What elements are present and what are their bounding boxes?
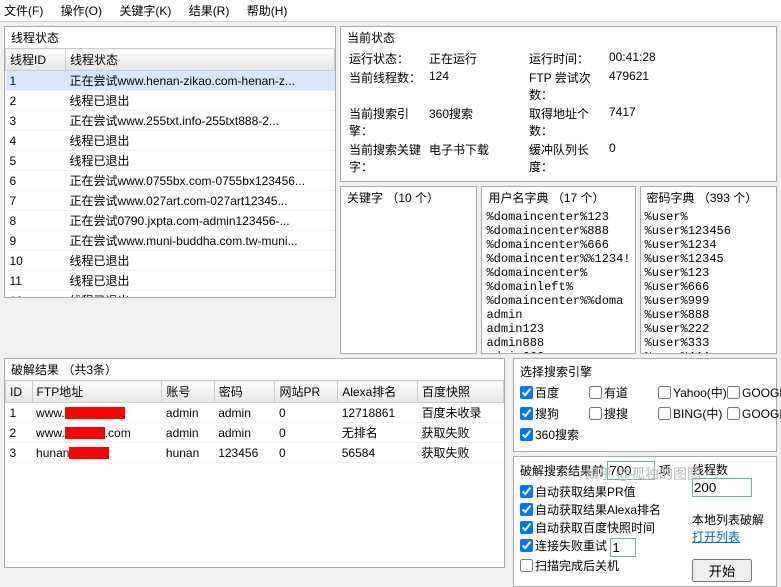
user-dict-panel: 用户名字典 （17 个） %domaincenter%123%domaincen… [481, 186, 635, 354]
list-item[interactable]: %user%333 [645, 336, 772, 350]
list-item[interactable]: %user%444 [645, 350, 772, 353]
list-item[interactable]: admin [486, 308, 630, 322]
current-status-panel: 当前状态 运行状态：正在运行运行时间：00:41:28当前线程数：124FTP … [340, 26, 777, 182]
engine-checkbox[interactable]: 360搜索 [520, 426, 581, 443]
list-item[interactable]: %domaincenter%%doma [486, 294, 630, 308]
engine-checkbox[interactable]: 百度 [520, 384, 581, 401]
list-item[interactable]: %domaincenter%666 [486, 238, 630, 252]
engine-checkbox[interactable]: 有道 [589, 384, 650, 401]
list-item[interactable]: %domaincenter%888 [486, 224, 630, 238]
list-item[interactable]: %user%222 [645, 322, 772, 336]
search-engine-panel: 选择搜索引擎 百度有道Yahoo(中)GOOGLE(HK) 搜狗搜搜BING(中… [513, 358, 777, 452]
engines-title: 选择搜索引擎 [520, 363, 770, 384]
threads-input[interactable] [692, 478, 752, 497]
list-item[interactable]: %user%888 [645, 308, 772, 322]
list-item[interactable]: %user%123456 [645, 224, 772, 238]
menu-help[interactable]: 帮助(H) [247, 4, 288, 18]
menu-result[interactable]: 结果(R) [189, 4, 230, 18]
menu-bar: 文件(F) 操作(O) 关键字(K) 结果(R) 帮助(H) [0, 0, 781, 22]
table-row[interactable]: 12线程已退出 [6, 291, 335, 298]
opt-baidu-checkbox[interactable] [520, 521, 533, 534]
list-item[interactable]: admin888 [486, 336, 630, 350]
prefetch-input[interactable] [607, 461, 655, 480]
list-item[interactable]: %domaincenter%123 [486, 210, 630, 224]
pass-list[interactable]: %user%%user%123456%user%1234%user%12345%… [641, 208, 776, 353]
opt-alexa-checkbox[interactable] [520, 503, 533, 516]
thread-table[interactable]: 线程ID 线程状态 1正在尝试www.henan-zikao.com-henan… [5, 48, 335, 297]
keyword-dict-panel: 关键字 （10 个） [340, 186, 477, 354]
engine-checkbox[interactable]: 搜狗 [520, 405, 581, 422]
keyword-dict-title: 关键字 （10 个） [341, 187, 476, 208]
keyword-list[interactable] [341, 208, 476, 353]
table-row[interactable]: 10线程已退出 [6, 251, 335, 271]
user-dict-title: 用户名字典 （17 个） [482, 187, 634, 208]
prefetch-unit: 项 [659, 464, 671, 478]
list-item[interactable]: %domaincenter%%1234! [486, 252, 630, 266]
local-list-label: 本地列表破解 [692, 511, 770, 528]
menu-file[interactable]: 文件(F) [4, 4, 43, 18]
table-row[interactable]: 6正在尝试www.0755bx.com-0755bx123456... [6, 171, 335, 191]
col-thread-id[interactable]: 线程ID [6, 49, 66, 71]
prefetch-label: 破解搜索结果前 [520, 464, 604, 478]
table-row[interactable]: 2线程已退出 [6, 91, 335, 111]
table-row[interactable]: 8正在尝试0790.jxpta.com-admin123456-... [6, 211, 335, 231]
results-table[interactable]: IDFTP地址账号密码网站PRAlexa排名百度快照 1www.adminadm… [5, 380, 504, 463]
opt-pr-checkbox[interactable] [520, 485, 533, 498]
start-button[interactable]: 开始 [692, 559, 752, 582]
status-title: 当前状态 [341, 27, 776, 48]
results-panel: 破解结果 （共3条） IDFTP地址账号密码网站PRAlexa排名百度快照 1w… [4, 358, 505, 568]
table-row[interactable]: 11线程已退出 [6, 271, 335, 291]
table-row[interactable]: 4线程已退出 [6, 131, 335, 151]
engine-checkbox[interactable]: GOOGLE(英) [727, 405, 781, 422]
opt-shutdown-checkbox[interactable] [520, 559, 533, 572]
threads-label: 线程数 [692, 461, 770, 478]
table-row[interactable]: 1正在尝试www.henan-zikao.com-henan-z... [6, 71, 335, 91]
table-row[interactable]: 5线程已退出 [6, 151, 335, 171]
list-item[interactable]: %domaincenter% [486, 266, 630, 280]
list-item[interactable]: admin666 [486, 350, 630, 353]
menu-operate[interactable]: 操作(O) [61, 4, 102, 18]
options-panel: 破解搜索结果前 项 自动获取结果PR值 自动获取结果Alexa排名 自动获取百度… [513, 456, 777, 587]
col-thread-status[interactable]: 线程状态 [66, 49, 335, 71]
engine-checkbox[interactable]: Yahoo(中) [658, 384, 719, 401]
pass-dict-panel: 密码字典 （393 个） %user%%user%123456%user%123… [640, 186, 777, 354]
table-row[interactable]: 7正在尝试www.027art.com-027art12345... [6, 191, 335, 211]
retry-input[interactable] [610, 538, 636, 557]
engine-checkbox[interactable]: BING(中) [658, 405, 719, 422]
engine-checkbox[interactable]: 搜搜 [589, 405, 650, 422]
thread-status-panel: 线程状态 线程ID 线程状态 1正在尝试www.henan-zikao.com-… [4, 26, 336, 298]
table-row[interactable]: 3正在尝试www.255txt.info-255txt888-2... [6, 111, 335, 131]
list-item[interactable]: %user% [645, 210, 772, 224]
table-row[interactable]: 1www.adminadmin012718861百度未收录 [6, 403, 504, 423]
list-item[interactable]: %user%1234 [645, 238, 772, 252]
menu-keyword[interactable]: 关键字(K) [119, 4, 171, 18]
table-row[interactable]: 2www..comadminadmin0无排名获取失败 [6, 423, 504, 443]
open-list-link[interactable]: 打开列表 [692, 530, 740, 544]
list-item[interactable]: admin123 [486, 322, 630, 336]
opt-retry-checkbox[interactable] [520, 539, 533, 552]
pass-dict-title: 密码字典 （393 个） [641, 187, 776, 208]
list-item[interactable]: %user%999 [645, 294, 772, 308]
list-item[interactable]: %user%666 [645, 280, 772, 294]
thread-panel-title: 线程状态 [5, 27, 335, 48]
list-item[interactable]: %user%12345 [645, 252, 772, 266]
list-item[interactable]: %domainleft% [486, 280, 630, 294]
engine-checkbox[interactable]: GOOGLE(HK) [727, 384, 781, 401]
table-row[interactable]: 9正在尝试www.muni-buddha.com.tw-muni... [6, 231, 335, 251]
table-row[interactable]: 3hunanhunan123456056584获取失败 [6, 443, 504, 463]
results-title: 破解结果 （共3条） [5, 359, 504, 380]
user-list[interactable]: %domaincenter%123%domaincenter%888%domai… [482, 208, 634, 353]
list-item[interactable]: %user%123 [645, 266, 772, 280]
